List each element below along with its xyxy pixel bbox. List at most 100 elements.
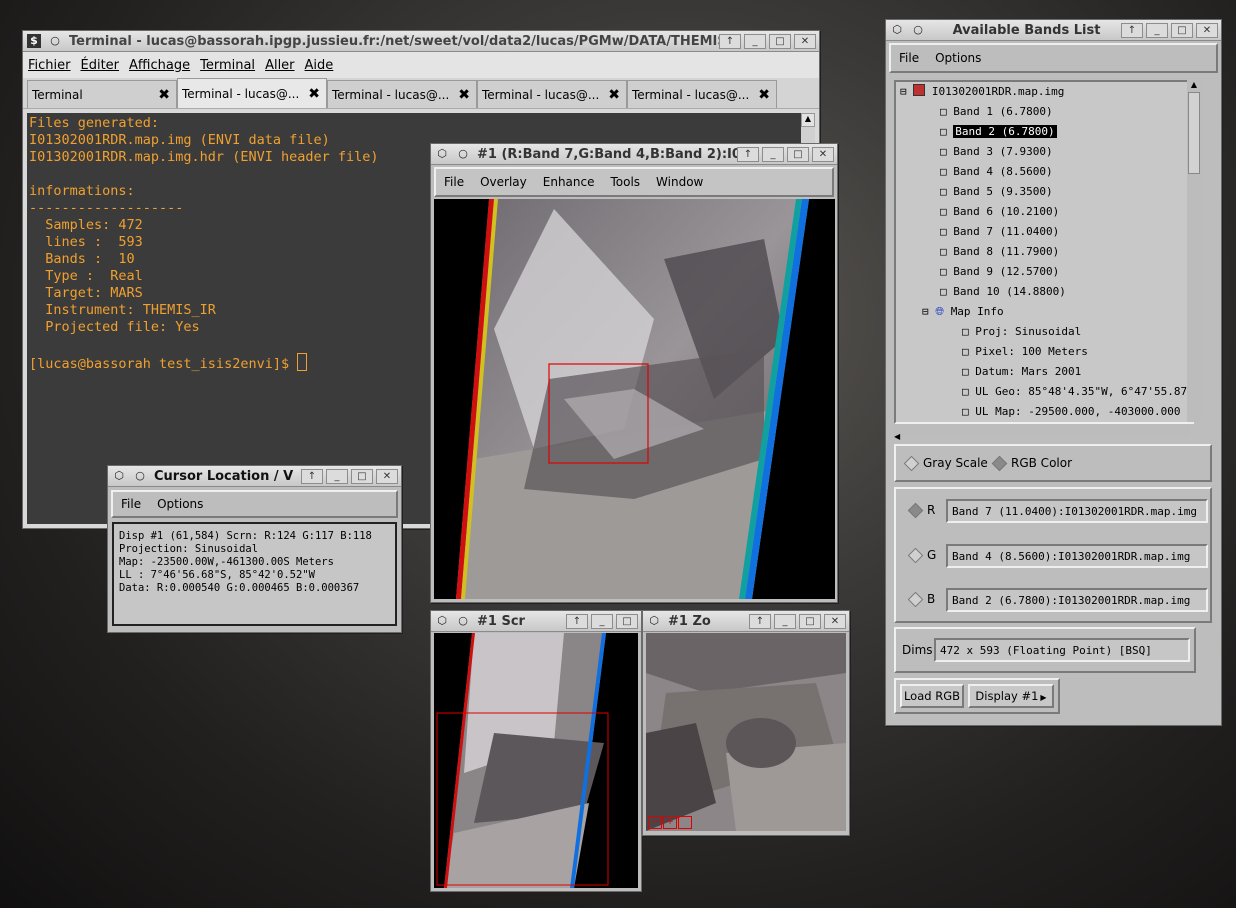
tab-terminal-4[interactable]: Terminal - lucas@... ✖ [477,80,627,108]
menu-tools[interactable]: Tools [602,175,648,189]
cube-icon[interactable]: ⬡ [647,614,661,628]
scroll-thumb[interactable] [1188,92,1200,174]
b-band-field[interactable]: Band 2 (6.7800):I01302001RDR.map.img [946,588,1208,612]
tree-map-info-node[interactable]: ⊟ 🌐︎ Map Info [922,304,1004,320]
collapse-icon[interactable]: ⊟ [922,305,929,318]
close-button[interactable]: ✕ [794,33,816,49]
raise-button[interactable]: ↑ [719,33,741,49]
maximize-button[interactable]: □ [616,613,638,629]
zoom-out-icon[interactable]: − [648,816,662,829]
map-info-item[interactable]: □ Proj: Sinusoidal [962,324,1081,340]
close-button[interactable]: ✕ [812,146,834,162]
sticky-icon[interactable]: ○ [48,34,62,48]
raise-button[interactable]: ↑ [301,468,323,484]
band-item[interactable]: □ Band 4 (8.5600) [940,164,1053,180]
menu-enhance[interactable]: Enhance [535,175,603,189]
tab-terminal-3[interactable]: Terminal - lucas@... ✖ [327,80,477,108]
minimize-button[interactable]: _ [774,613,796,629]
menu-fichier[interactable]: Fichier [23,58,76,73]
scroll-image-view[interactable] [434,633,638,888]
map-info-item[interactable]: □ Pixel: 100 Meters [962,344,1088,360]
tab-terminal-1[interactable]: Terminal ✖ [27,80,177,108]
close-tab-icon[interactable]: ✖ [758,87,770,103]
minimize-button[interactable]: _ [1146,22,1168,38]
maximize-button[interactable]: □ [351,468,373,484]
close-button[interactable]: ✕ [1196,22,1218,38]
minimize-button[interactable]: _ [762,146,784,162]
close-button[interactable]: ✕ [824,613,846,629]
raise-button[interactable]: ↑ [1121,22,1143,38]
tree-horizontal-scrollbar[interactable]: ◀ [894,424,1190,441]
b-radio[interactable]: B [907,591,935,608]
map-info-item[interactable]: □ UL Geo: 85°48'4.35"W, 6°47'55.87"S [962,384,1192,400]
minimize-button[interactable]: _ [326,468,348,484]
raise-button[interactable]: ↑ [749,613,771,629]
maximize-button[interactable]: □ [769,33,791,49]
band-item[interactable]: □ Band 5 (9.3500) [940,184,1053,200]
g-radio[interactable]: G [907,547,936,564]
terminal-app-icon[interactable]: $ [27,34,41,48]
band-item[interactable]: □ Band 2 (6.7800) [940,124,1057,140]
map-info-item[interactable]: □ UL Map: -29500.000, -403000.000 [962,404,1181,420]
rgb-color-radio[interactable]: RGB Color [991,455,1072,472]
gray-scale-radio[interactable]: Gray Scale [903,455,988,472]
band-item[interactable]: □ Band 9 (12.5700) [940,264,1059,280]
zoom-box-icon[interactable] [678,816,692,829]
menu-file[interactable]: File [891,51,927,65]
scroll-up-arrow-icon[interactable]: ▲ [801,113,815,127]
close-tab-icon[interactable]: ✖ [608,87,620,103]
band-item[interactable]: □ Band 3 (7.9300) [940,144,1053,160]
menu-affichage[interactable]: Affichage [124,58,195,73]
g-band-field[interactable]: Band 4 (8.5600):I01302001RDR.map.img [946,544,1208,568]
tab-terminal-2[interactable]: Terminal - lucas@... ✖ [177,78,327,108]
menu-aide[interactable]: Aide [300,58,339,73]
cursor-location-titlebar[interactable]: ⬡ ○ Cursor Location / V ↑ _ □ ✕ [108,466,401,487]
close-tab-icon[interactable]: ✖ [458,87,470,103]
menu-window[interactable]: Window [648,175,711,189]
maximize-button[interactable]: □ [1171,22,1193,38]
band-item[interactable]: □ Band 8 (11.7900) [940,244,1059,260]
bands-tree[interactable]: ⊟ I01302001RDR.map.img □ Band 1 (6.7800)… [894,80,1194,424]
band-item[interactable]: □ Band 10 (14.8800) [940,284,1066,300]
display-titlebar[interactable]: ⬡ ○ #1 (R:Band 7,G:Band 4,B:Band 2):I0 ↑… [431,144,837,165]
close-tab-icon[interactable]: ✖ [308,86,320,102]
menu-terminal[interactable]: Terminal [195,58,260,73]
load-rgb-button[interactable]: Load RGB [900,684,964,708]
close-button[interactable]: ✕ [376,468,398,484]
tree-file-node[interactable]: ⊟ I01302001RDR.map.img [900,84,1064,100]
sticky-icon[interactable]: ○ [456,614,470,628]
menu-overlay[interactable]: Overlay [472,175,535,189]
sticky-icon[interactable]: ○ [911,23,925,37]
zoom-titlebar[interactable]: ⬡ #1 Zo ↑ _ □ ✕ [643,611,849,632]
maximize-button[interactable]: □ [799,613,821,629]
band-item[interactable]: □ Band 6 (10.2100) [940,204,1059,220]
raise-button[interactable]: ↑ [737,146,759,162]
minimize-button[interactable]: _ [591,613,613,629]
terminal-titlebar[interactable]: $ ○ Terminal - lucas@bassorah.ipgp.jussi… [23,31,819,52]
sticky-icon[interactable]: ○ [133,469,147,483]
scroll-titlebar[interactable]: ⬡ ○ #1 Scr ↑ _ □ [431,611,641,632]
scroll-up-arrow-icon[interactable]: ▲ [1187,80,1201,90]
band-item[interactable]: □ Band 1 (6.7800) [940,104,1053,120]
r-radio[interactable]: R [907,502,935,519]
zoom-in-icon[interactable]: + [663,816,677,829]
minimize-button[interactable]: _ [744,33,766,49]
tree-vertical-scrollbar[interactable]: ▲ [1187,80,1201,422]
mars-image-view[interactable] [434,199,835,599]
menu-options[interactable]: Options [927,51,989,65]
menu-file[interactable]: File [436,175,472,189]
scroll-left-arrow-icon[interactable]: ◀ [894,432,900,441]
map-info-item[interactable]: □ Datum: Mars 2001 [962,364,1081,380]
cube-icon[interactable]: ⬡ [435,614,449,628]
menu-options[interactable]: Options [149,497,211,511]
close-tab-icon[interactable]: ✖ [158,87,170,103]
tab-terminal-5[interactable]: Terminal - lucas@... ✖ [627,80,777,108]
maximize-button[interactable]: □ [787,146,809,162]
menu-file[interactable]: File [113,497,149,511]
cube-icon[interactable]: ⬡ [890,23,904,37]
cube-icon[interactable]: ⬡ [112,469,126,483]
display-button[interactable]: Display #1 ▶ [968,684,1054,708]
cube-icon[interactable]: ⬡ [435,147,449,161]
sticky-icon[interactable]: ○ [456,147,470,161]
collapse-icon[interactable]: ⊟ [900,85,907,98]
